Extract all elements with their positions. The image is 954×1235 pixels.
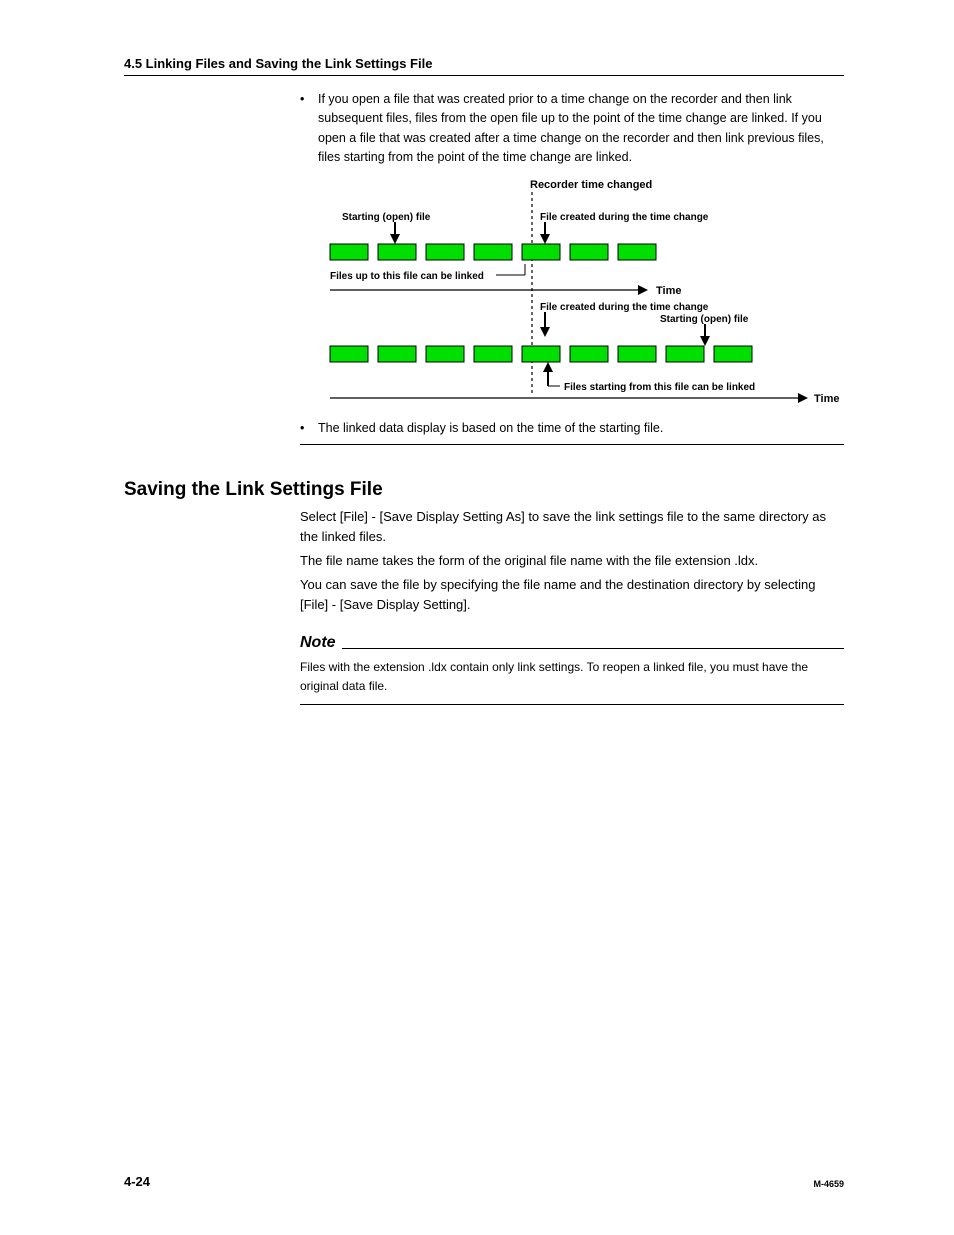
manual-number: M-4659 xyxy=(813,1179,844,1189)
note-title: Note xyxy=(300,634,342,652)
section-header: 4.5 Linking Files and Saving the Link Se… xyxy=(124,56,844,76)
page-footer: 4-24 M-4659 xyxy=(124,1174,844,1189)
note-heading: Note xyxy=(300,634,844,652)
down-arrow-icon xyxy=(390,222,400,244)
down-arrow-icon xyxy=(700,324,710,346)
down-arrow-icon xyxy=(540,222,550,244)
time-label-2: Time xyxy=(814,393,839,404)
file-blocks-row1 xyxy=(330,244,656,260)
diagram-title: Recorder time changed xyxy=(530,179,652,191)
note-body: Files with the extension .ldx contain on… xyxy=(300,652,844,705)
bullet-text: The linked data display is based on the … xyxy=(318,419,844,438)
down-arrow-icon xyxy=(540,312,550,337)
bullet-dot-icon: • xyxy=(300,90,318,168)
horizontal-rule xyxy=(300,444,844,445)
label-files-starting-from: Files starting from this file can be lin… xyxy=(564,382,755,393)
page-number: 4-24 xyxy=(124,1174,150,1189)
up-arrow-icon xyxy=(543,362,560,386)
label-starting-file-2: Starting (open) file xyxy=(660,314,749,325)
arrow-right-icon xyxy=(798,393,808,403)
file-blocks-row2 xyxy=(330,346,752,362)
bullet-dot-icon: • xyxy=(300,419,318,438)
timing-diagram: Recorder time changed Starting (open) fi… xyxy=(300,174,844,409)
label-file-created-change-2: File created during the time change xyxy=(540,302,709,313)
time-label: Time xyxy=(656,285,681,297)
bullet-text: If you open a file that was created prio… xyxy=(318,90,844,168)
label-starting-file: Starting (open) file xyxy=(342,212,431,223)
heading-saving-link-settings: Saving the Link Settings File xyxy=(124,479,844,501)
paragraph: The file name takes the form of the orig… xyxy=(300,551,844,571)
bullet-item: • The linked data display is based on th… xyxy=(300,419,844,438)
note-rule xyxy=(342,648,844,649)
label-files-up-to: Files up to this file can be linked xyxy=(330,271,484,282)
arrow-right-icon xyxy=(638,285,648,295)
label-file-created-change: File created during the time change xyxy=(540,212,709,223)
paragraph: Select [File] - [Save Display Setting As… xyxy=(300,507,844,547)
bullet-item: • If you open a file that was created pr… xyxy=(300,90,844,168)
paragraph: You can save the file by specifying the … xyxy=(300,575,844,615)
